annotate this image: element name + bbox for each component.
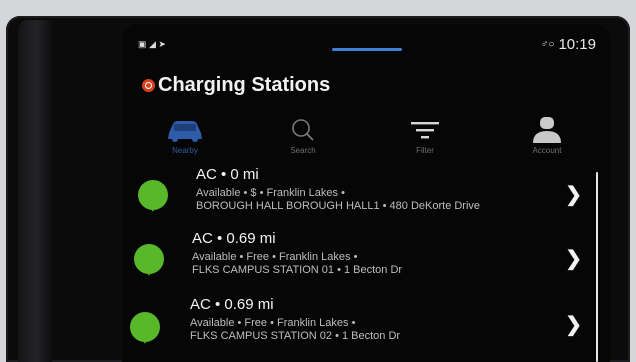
station-address: FLKS CAMPUS STATION 02 • 1 Becton Dr <box>190 330 401 342</box>
location-pin-icon <box>130 312 160 344</box>
station-title: AC • 0.69 mi <box>192 230 276 247</box>
tab-label: Filter <box>416 146 434 155</box>
status-left-icons: ▣ ◢ ➤ <box>138 39 166 49</box>
station-info: AC • 0.69 mi Available • Free • Franklin… <box>190 296 400 343</box>
station-row-1[interactable]: AC • 0 mi Available • $ • Franklin Lakes… <box>122 164 610 228</box>
account-icon <box>532 116 562 144</box>
bezel-edge <box>18 20 52 362</box>
tab-label: Nearby <box>172 146 198 155</box>
filter-icon <box>410 116 440 144</box>
status-right: ♂○ 10:19 <box>541 36 596 53</box>
tab-label: Search <box>290 146 316 155</box>
tab-nearby[interactable]: Nearby <box>140 116 230 160</box>
station-row-3[interactable]: AC • 0.69 mi Available • Free • Franklin… <box>122 294 610 358</box>
station-address: FLKS CAMPUS STATION 01 • 1 Becton Dr <box>192 264 403 276</box>
app-logo-icon <box>142 79 155 92</box>
chevron-right-icon: ❯ <box>565 314 582 336</box>
tab-label: Account <box>532 146 562 155</box>
infotainment-screen: ▣ ◢ ➤ ♂○ 10:19 Charging Stations Nearby <box>122 24 610 362</box>
station-status: Available • Free • Franklin Lakes • <box>190 317 356 329</box>
location-pin-icon <box>134 244 164 276</box>
header: Charging Stations <box>142 74 330 97</box>
station-status: Available • $ • Franklin Lakes • <box>196 187 345 199</box>
car-icon <box>165 116 205 144</box>
station-info: AC • 0.69 mi Available • Free • Franklin… <box>192 230 402 277</box>
station-title: AC • 0.69 mi <box>190 296 274 313</box>
tab-search[interactable]: Search <box>258 116 348 160</box>
page-title: Charging Stations <box>158 74 331 96</box>
station-row-2[interactable]: AC • 0.69 mi Available • Free • Franklin… <box>122 230 610 294</box>
user-status-icon: ♂○ <box>540 39 555 50</box>
chevron-right-icon: ❯ <box>565 248 582 270</box>
tab-account[interactable]: Account <box>502 116 592 160</box>
chevron-right-icon: ❯ <box>565 184 582 206</box>
station-title: AC • 0 mi <box>196 166 259 183</box>
scrollbar[interactable] <box>596 172 598 362</box>
location-pin-icon <box>138 180 168 212</box>
status-bar: ▣ ◢ ➤ ♂○ 10:19 <box>122 24 610 64</box>
tab-bar: Nearby Search Filter Account <box>122 116 610 160</box>
station-address: BOROUGH HALL BOROUGH HALL1 • 480 DeKorte… <box>196 200 481 212</box>
station-info: AC • 0 mi Available • $ • Franklin Lakes… <box>196 166 480 213</box>
clock: 10:19 <box>558 36 596 53</box>
tab-filter[interactable]: Filter <box>380 116 470 160</box>
pull-down-handle[interactable] <box>332 48 402 51</box>
search-icon <box>290 116 316 144</box>
station-status: Available • Free • Franklin Lakes • <box>192 251 358 263</box>
